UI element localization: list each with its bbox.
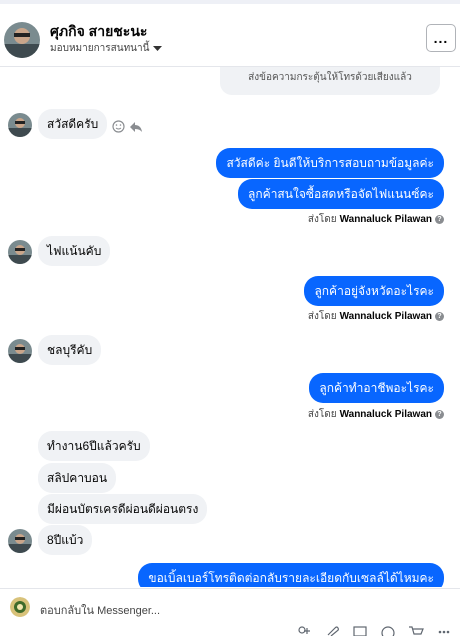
page-avatar bbox=[10, 597, 30, 617]
caret-down-icon bbox=[153, 45, 163, 51]
message-incoming: ทำงาน6ปีแล้วครับ bbox=[38, 431, 150, 461]
info-icon[interactable]: ? bbox=[435, 312, 444, 321]
message-outgoing: ลูกค้าทำอาชีพอะไรคะ bbox=[309, 373, 444, 403]
info-icon[interactable]: ? bbox=[435, 215, 444, 224]
sent-by-label: ส่งโดย Wannaluck Pilawan ? bbox=[308, 212, 444, 227]
message-thread[interactable]: ส่งข้อความกระตุ้นให้โทรด้วยเสียงแล้ว สวั… bbox=[0, 67, 460, 587]
cart-icon[interactable] bbox=[408, 623, 424, 635]
info-icon[interactable]: ? bbox=[435, 410, 444, 419]
avatar[interactable] bbox=[4, 22, 40, 58]
sent-by-prefix: ส่งโดย bbox=[307, 214, 337, 225]
message-incoming: ชลบุรีคับ bbox=[38, 335, 102, 365]
attach-icon[interactable] bbox=[324, 623, 340, 637]
composer-toolbar bbox=[296, 623, 452, 640]
more-icon: ... bbox=[433, 30, 449, 46]
conversation-header: ศุภกิจ สายชะนะ มอบหมายการสนทนานี้ ... bbox=[0, 4, 460, 67]
reply-composer: ตอบกลับใน Messenger... bbox=[0, 588, 460, 640]
image-icon[interactable] bbox=[352, 623, 368, 637]
avatar bbox=[8, 240, 32, 264]
sent-by-agent: Wannaluck Pilawan bbox=[339, 409, 432, 420]
assign-dropdown[interactable]: มอบหมายการสนทนานี้ bbox=[50, 41, 163, 56]
sent-by-agent: Wannaluck Pilawan bbox=[339, 311, 432, 322]
avatar bbox=[8, 529, 32, 553]
avatar bbox=[8, 339, 32, 363]
sent-by-label: ส่งโดย Wannaluck Pilawan ? bbox=[308, 407, 444, 422]
message-incoming: สวัสดีครับ bbox=[38, 109, 108, 139]
add-person-icon[interactable] bbox=[296, 623, 312, 635]
sent-by-prefix: ส่งโดย bbox=[307, 409, 337, 420]
contact-name[interactable]: ศุภกิจ สายชะนะ bbox=[50, 21, 147, 43]
sent-by-prefix: ส่งโดย bbox=[307, 311, 337, 322]
message-incoming: ไฟแน้นคับ bbox=[38, 236, 111, 266]
message-incoming: 8ปีแบ้ว bbox=[38, 525, 93, 555]
reply-input[interactable]: ตอบกลับใน Messenger... bbox=[40, 601, 160, 619]
more-options-button[interactable]: ... bbox=[426, 24, 456, 52]
message-outgoing: ลูกค้าสนใจซื้อสดหรือจัดไฟแนนซ์คะ bbox=[238, 179, 444, 209]
message-incoming: มีผ่อนบัตรเครดีผ่อนดีผ่อนตรง bbox=[38, 494, 208, 524]
emoji-icon[interactable] bbox=[380, 623, 396, 640]
message-incoming: สลิปคาบอน bbox=[38, 463, 117, 493]
message-outgoing: ขอเบิ้ลเบอร์โทรติดต่อกลับรายละเอียดกับเซ… bbox=[138, 563, 444, 587]
message-outgoing: ลูกค้าอยู่จังหวัดอะไรคะ bbox=[304, 276, 444, 306]
assign-label: มอบหมายการสนทนานี้ bbox=[50, 43, 150, 54]
message-outgoing: สวัสดีค่ะ ยินดีให้บริการสอบถามข้อมูลค่ะ bbox=[216, 148, 444, 178]
avatar bbox=[8, 113, 32, 137]
sent-by-agent: Wannaluck Pilawan bbox=[339, 214, 432, 225]
reply-icon[interactable] bbox=[129, 121, 143, 133]
react-emoji-icon[interactable] bbox=[112, 120, 125, 133]
system-note: ส่งข้อความกระตุ้นให้โทรด้วยเสียงแล้ว bbox=[220, 67, 440, 95]
more-composer-icon[interactable] bbox=[436, 623, 452, 635]
message-actions bbox=[112, 120, 143, 133]
sent-by-label: ส่งโดย Wannaluck Pilawan ? bbox=[308, 309, 444, 324]
